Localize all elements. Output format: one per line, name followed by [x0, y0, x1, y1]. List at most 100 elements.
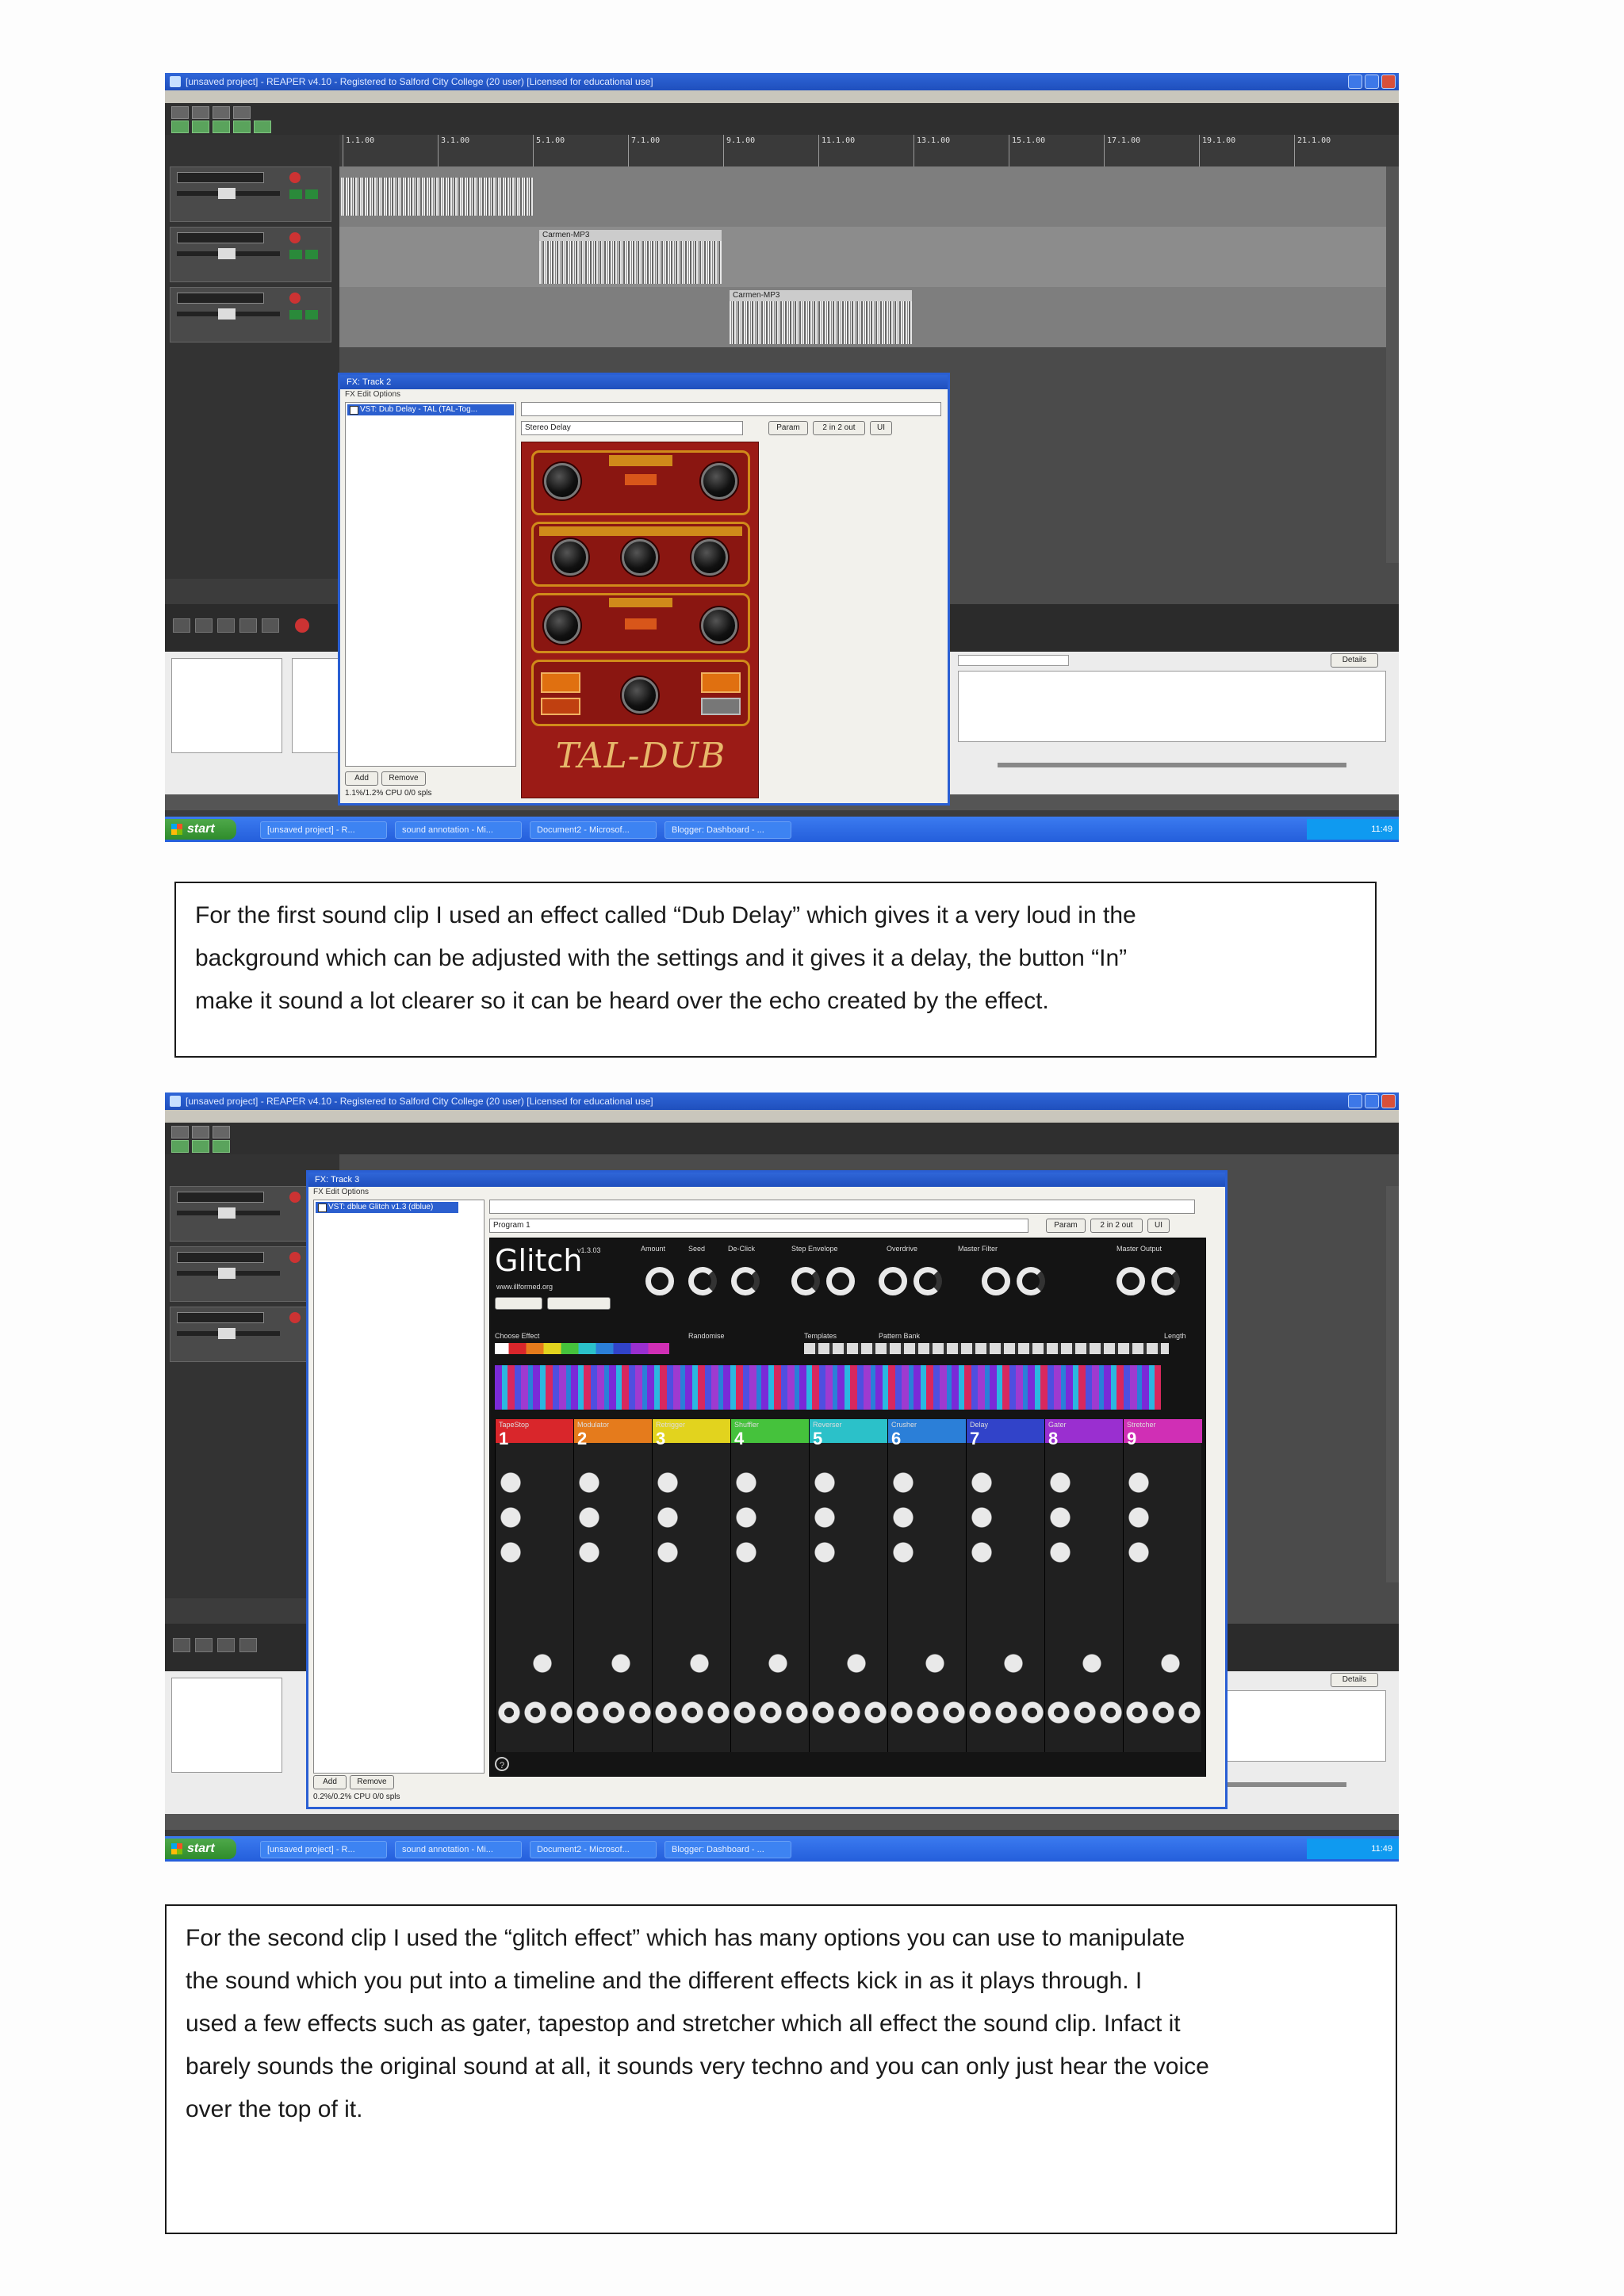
add-fx-button[interactable]: Add [345, 771, 378, 786]
vertical-scrollbar[interactable] [1386, 1186, 1399, 1582]
toolbar-toggle[interactable] [171, 1140, 189, 1153]
stop-button[interactable] [195, 1638, 213, 1652]
dry-wet-toggle[interactable] [701, 672, 741, 693]
delay-sync-knob[interactable] [701, 463, 737, 499]
details-dropdown[interactable]: Details [1331, 653, 1378, 668]
in-button[interactable] [541, 698, 580, 715]
record-arm-icon[interactable] [289, 232, 301, 243]
gain-knob[interactable] [552, 539, 588, 576]
master-output-mix-knob[interactable] [1116, 1267, 1145, 1295]
enable-transport-button[interactable] [547, 1297, 611, 1310]
preview-volume-slider[interactable] [1220, 1782, 1346, 1787]
cutoff-knob[interactable] [701, 607, 737, 644]
resonance-knob[interactable] [622, 539, 658, 576]
feedback-knob[interactable] [544, 607, 580, 644]
minimize-button[interactable] [1348, 75, 1362, 89]
minimize-button[interactable] [1348, 1094, 1362, 1108]
close-button[interactable] [1381, 75, 1396, 89]
start-button[interactable]: start [165, 1839, 236, 1859]
toolbar-button[interactable] [213, 1126, 230, 1138]
slot-filter-knobs[interactable] [495, 1649, 1202, 1678]
step-volume-knob[interactable] [826, 1267, 855, 1295]
overdrive-gain-knob[interactable] [914, 1267, 942, 1295]
record-arm-icon[interactable] [289, 1312, 301, 1323]
timeline-ruler[interactable]: 1.1.00 3.1.00 5.1.00 7.1.00 9.1.00 11.1.… [339, 135, 1399, 166]
taskbar-item[interactable]: Blogger: Dashboard - ... [665, 821, 791, 839]
preset-dropdown[interactable]: Program 1 [489, 1219, 1028, 1233]
toolbar-button[interactable] [233, 106, 251, 119]
fx-window-menu[interactable]: FX Edit Options [308, 1187, 1225, 1198]
lowcut-knob[interactable] [691, 539, 728, 576]
master-filter-q-knob[interactable] [1017, 1267, 1045, 1295]
toolbar-button[interactable] [192, 106, 209, 119]
record-icon[interactable] [295, 618, 309, 633]
dry-wet-knob[interactable] [622, 677, 658, 714]
rewind-button[interactable] [173, 1638, 190, 1652]
enable-midi-button[interactable] [495, 1297, 542, 1310]
pause-button[interactable] [239, 618, 257, 633]
overdrive-mix-knob[interactable] [879, 1267, 907, 1295]
declick-knob[interactable] [731, 1267, 760, 1295]
taskbar-item[interactable]: [unsaved project] - R... [260, 1841, 387, 1858]
effect-parameter-knobs[interactable] [495, 1467, 1202, 1570]
master-filter-freq-knob[interactable] [982, 1267, 1010, 1295]
track-3[interactable] [170, 287, 331, 342]
maximize-button[interactable] [1365, 75, 1379, 89]
toolbar-button[interactable] [171, 1126, 189, 1138]
step-envelope-knob[interactable] [791, 1267, 820, 1295]
master-output-volume-knob[interactable] [1151, 1267, 1180, 1295]
rewind-button[interactable] [173, 618, 190, 633]
pattern-bank-buttons[interactable] [804, 1343, 1169, 1354]
taskbar-item[interactable]: Document2 - Microsof... [530, 821, 657, 839]
vertical-scrollbar[interactable] [1386, 166, 1399, 563]
taskbar-item[interactable]: Document2 - Microsof... [530, 1841, 657, 1858]
clear-button[interactable] [701, 698, 741, 715]
fx-chain-list[interactable]: VST: dblue Glitch v1.3 (dblue) [313, 1200, 485, 1774]
toolbar-toggle[interactable] [254, 121, 271, 133]
preview-volume-slider[interactable] [998, 763, 1346, 767]
preset-input[interactable] [521, 402, 941, 416]
fx-chain-item[interactable]: VST: dblue Glitch v1.3 (dblue) [316, 1202, 458, 1213]
fx-window-menu[interactable]: FX Edit Options [340, 389, 948, 400]
record-arm-icon[interactable] [289, 293, 301, 304]
play-button[interactable] [217, 1638, 235, 1652]
record-arm-icon[interactable] [289, 172, 301, 183]
close-button[interactable] [1381, 1094, 1396, 1108]
fx-chain-item[interactable]: VST: Dub Delay - TAL (TAL-Tog... [347, 404, 514, 415]
remove-fx-button[interactable]: Remove [381, 771, 426, 786]
start-button[interactable]: start [165, 819, 236, 840]
preset-dropdown[interactable]: Stereo Delay [521, 421, 743, 435]
delay-time-knob[interactable] [544, 463, 580, 499]
taskbar-item[interactable]: Blogger: Dashboard - ... [665, 1841, 791, 1858]
audio-clip-2-label[interactable]: Carmen-MP3 [539, 230, 722, 241]
slot-mix-knobs[interactable] [495, 1697, 1202, 1728]
ui-button[interactable]: UI [870, 421, 892, 435]
glitch-sequencer[interactable] [495, 1365, 1161, 1410]
io-button[interactable]: 2 in 2 out [1090, 1219, 1143, 1233]
play-button[interactable] [217, 618, 235, 633]
audio-clip-3[interactable] [730, 301, 912, 344]
explorer-tree[interactable] [171, 658, 282, 753]
seed-knob[interactable] [688, 1267, 717, 1295]
stop-button[interactable] [195, 618, 213, 633]
amount-knob[interactable] [645, 1267, 674, 1295]
toolbar-button[interactable] [213, 106, 230, 119]
taskbar-item[interactable]: sound annotation - Mi... [395, 1841, 522, 1858]
toolbar-toggle[interactable] [213, 1140, 230, 1153]
maximize-button[interactable] [1365, 1094, 1379, 1108]
audio-clip-3-label[interactable]: Carmen-MP3 [730, 290, 912, 301]
io-button[interactable]: 2 in 2 out [813, 421, 865, 435]
record-arm-icon[interactable] [289, 1252, 301, 1263]
track-1[interactable] [170, 166, 331, 222]
toolbar-toggle[interactable] [171, 121, 189, 133]
audio-clip-2[interactable] [539, 241, 722, 284]
details-dropdown[interactable]: Details [1331, 1673, 1378, 1687]
taskbar-item[interactable]: sound annotation - Mi... [395, 821, 522, 839]
toolbar-button[interactable] [171, 106, 189, 119]
toolbar-button[interactable] [192, 1126, 209, 1138]
help-icon[interactable]: ? [495, 1757, 509, 1771]
fx-chain-list[interactable]: VST: Dub Delay - TAL (TAL-Tog... [345, 402, 516, 767]
toolbar-toggle[interactable] [192, 121, 209, 133]
taskbar-item[interactable]: [unsaved project] - R... [260, 821, 387, 839]
pause-button[interactable] [239, 1638, 257, 1652]
